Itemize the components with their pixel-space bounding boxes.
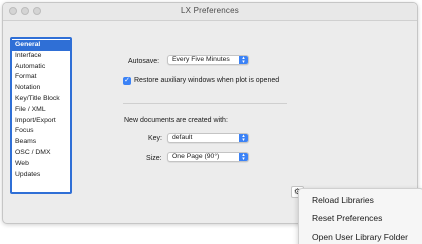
menu-item-reset-preferences[interactable]: Reset Preferences — [312, 213, 382, 223]
menu-item-reload-libraries[interactable]: Reload Libraries — [312, 195, 374, 205]
sidebar-item-updates[interactable]: Updates — [12, 170, 70, 181]
sidebar-item-notation[interactable]: Notation — [12, 83, 70, 94]
key-popup[interactable]: default ▴ ▾ — [167, 133, 249, 143]
popup-chevrons-icon: ▴ ▾ — [239, 134, 248, 143]
window-title: LX Preferences — [181, 6, 239, 15]
gear-dropdown-menu: Reload Libraries Reset Preferences Open … — [298, 188, 422, 244]
autosave-value: Every Five Minutes — [172, 56, 230, 63]
size-popup[interactable]: One Page (90°) ▴ ▾ — [167, 152, 249, 162]
menu-item-open-user-library-folder[interactable]: Open User Library Folder — [312, 232, 408, 242]
popup-chevrons-icon: ▴ ▾ — [239, 56, 248, 65]
restore-windows-checkbox[interactable]: ✓ — [123, 77, 131, 85]
sidebar-item-beams[interactable]: Beams — [12, 137, 70, 148]
sidebar-item-general[interactable]: General — [12, 40, 70, 51]
autosave-label: Autosave: — [128, 58, 160, 65]
new-documents-label: New documents are created with: — [124, 117, 228, 124]
title-bar: LX Preferences — [3, 3, 417, 21]
sidebar-item-interface[interactable]: Interface — [12, 51, 70, 62]
sidebar-item-file-xml[interactable]: File / XML — [12, 105, 70, 116]
sidebar-item-key-title-block[interactable]: Key/Title Block — [12, 94, 70, 105]
popup-chevrons-icon: ▴ ▾ — [239, 153, 248, 162]
key-value: default — [172, 134, 193, 141]
sidebar-item-focus[interactable]: Focus — [12, 126, 70, 137]
key-label: Key: — [148, 135, 163, 142]
preferences-sidebar: General Interface Automatic Format Notat… — [10, 37, 72, 194]
sidebar-item-automatic[interactable]: Automatic — [12, 62, 70, 73]
autosave-popup[interactable]: Every Five Minutes ▴ ▾ — [167, 55, 249, 65]
size-value: One Page (90°) — [172, 153, 220, 160]
sidebar-item-format[interactable]: Format — [12, 72, 70, 83]
sidebar-item-import-export[interactable]: Import/Export — [12, 116, 70, 127]
sidebar-item-osc-dmx[interactable]: OSC / DMX — [12, 148, 70, 159]
size-label: Size: — [146, 155, 162, 162]
section-divider — [123, 103, 287, 104]
restore-windows-label: Restore auxiliary windows when plot is o… — [134, 77, 280, 84]
sidebar-item-web[interactable]: Web — [12, 159, 70, 170]
